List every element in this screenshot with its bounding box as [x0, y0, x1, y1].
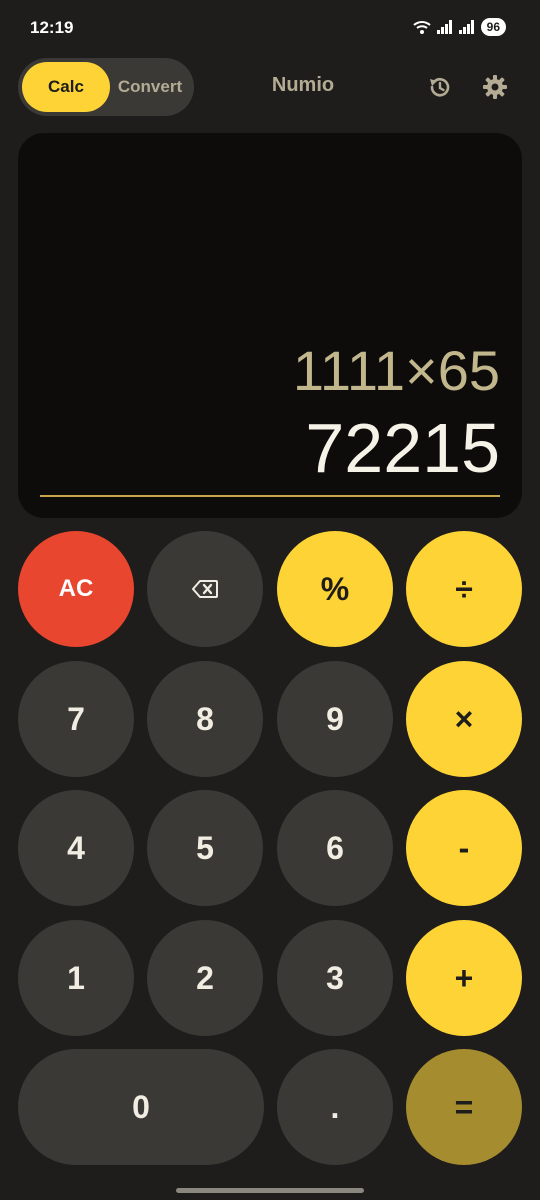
battery-level: 96 — [480, 18, 506, 36]
status-time: 12:19 — [30, 18, 74, 37]
wifi-icon — [412, 21, 431, 34]
display-underline — [40, 495, 500, 497]
digit-9-button[interactable]: 9 — [277, 661, 393, 777]
expression-text: 1111×65 — [292, 339, 500, 402]
digit-3-button[interactable]: 3 — [277, 920, 393, 1036]
minus-button[interactable]: - — [406, 790, 522, 906]
mode-toggle: Calc Convert — [18, 58, 194, 116]
plus-button[interactable]: + — [406, 920, 522, 1036]
equals-button[interactable]: = — [406, 1049, 522, 1165]
digit-2-button[interactable]: 2 — [147, 920, 263, 1036]
status-bar: 12:19 96 — [0, 0, 540, 60]
decimal-button[interactable]: . — [277, 1049, 393, 1165]
history-button[interactable] — [419, 66, 461, 108]
history-icon — [430, 77, 450, 97]
mode-convert-button[interactable]: Convert — [110, 62, 190, 112]
signal-icon — [436, 20, 452, 34]
backspace-icon — [192, 580, 218, 598]
digit-6-button[interactable]: 6 — [277, 790, 393, 906]
digit-0-button[interactable]: 0 — [18, 1049, 264, 1165]
digit-1-button[interactable]: 1 — [18, 920, 134, 1036]
multiply-button[interactable]: × — [406, 661, 522, 777]
divide-button[interactable]: ÷ — [406, 531, 522, 647]
digit-7-button[interactable]: 7 — [18, 661, 134, 777]
result-text: 72215 — [305, 409, 500, 487]
status-icons: 96 — [412, 18, 506, 36]
digit-5-button[interactable]: 5 — [147, 790, 263, 906]
clear-button[interactable]: AC — [18, 531, 134, 647]
gear-icon — [483, 75, 507, 99]
percent-button[interactable]: % — [277, 531, 393, 647]
mode-calc-button[interactable]: Calc — [22, 62, 110, 112]
backspace-button[interactable] — [147, 531, 263, 647]
calculator-display: 1111×65 72215 — [18, 133, 522, 518]
app-title: Numio — [271, 74, 335, 96]
signal-icon-2 — [458, 20, 474, 34]
settings-button[interactable] — [474, 66, 516, 108]
digit-4-button[interactable]: 4 — [18, 790, 134, 906]
home-indicator[interactable] — [176, 1188, 364, 1193]
digit-8-button[interactable]: 8 — [147, 661, 263, 777]
